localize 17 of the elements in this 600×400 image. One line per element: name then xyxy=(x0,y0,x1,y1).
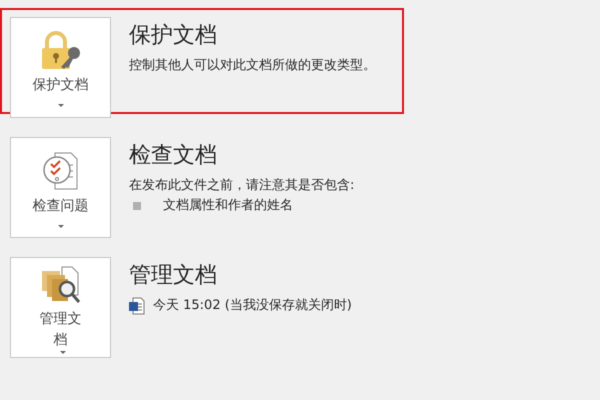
section-title: 管理文档 xyxy=(129,262,218,290)
section-description: 控制其他人可以对此文档所做的更改类型。 xyxy=(129,57,376,75)
bullet-icon xyxy=(133,202,141,210)
section-description: 在发布此文件之前，请注意其是否包含: xyxy=(129,177,354,195)
bullet-text: 文档属性和作者的姓名 xyxy=(163,197,293,215)
section-title: 保护文档 xyxy=(129,22,218,50)
checklist-document-icon xyxy=(40,150,80,192)
dropdown-button[interactable]: 管理文档 xyxy=(10,257,111,358)
dropdown-button[interactable]: 检查问题 xyxy=(10,137,111,238)
caret-icon xyxy=(60,351,66,354)
dropdown-button[interactable]: 保护文档 xyxy=(10,17,111,118)
documents-search-icon xyxy=(40,265,82,305)
caret-icon xyxy=(58,224,64,228)
caret-icon xyxy=(58,104,64,106)
word-document-icon xyxy=(129,297,145,315)
section-title: 检查文档 xyxy=(129,142,218,170)
version-link[interactable]: 今天 15:02 (当我没保存就关闭时) xyxy=(153,296,352,316)
